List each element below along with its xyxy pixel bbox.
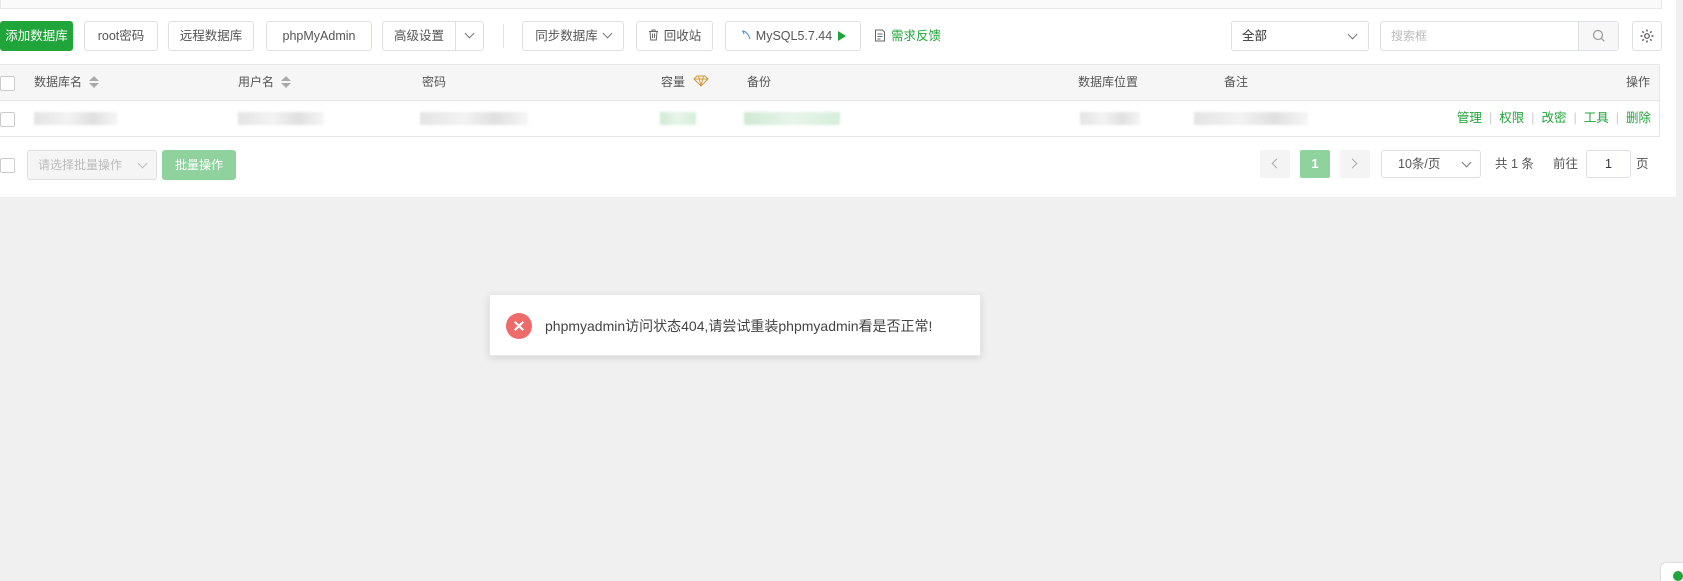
delete-link[interactable]: 删除 — [1626, 111, 1651, 125]
filter-select[interactable]: 全部 — [1231, 21, 1369, 51]
table-footer: 请选择批量操作 批量操作 1 10条/页 共 1 条 前往 1 页 — [0, 150, 1676, 181]
action-divider: | — [1531, 111, 1535, 125]
header-username[interactable]: 用户名 — [238, 65, 292, 100]
feedback-icon — [875, 29, 885, 42]
header-backup: 备份 — [747, 75, 772, 89]
action-divider: | — [1573, 111, 1577, 125]
batch-operation-button[interactable]: 批量操作 — [162, 150, 236, 180]
sort-icon — [89, 76, 100, 88]
row-actions: 管理 | 权限 | 改密 | 工具 | 删除 — [1457, 101, 1651, 136]
chevron-right-icon — [1347, 158, 1358, 169]
remote-database-button[interactable]: 远程数据库 — [168, 21, 254, 51]
search-icon — [1592, 29, 1605, 42]
error-icon — [506, 313, 532, 339]
per-page-select[interactable]: 10条/页 — [1381, 150, 1481, 178]
username-value-redacted — [238, 112, 324, 125]
filter-select-value: 全部 — [1242, 29, 1268, 43]
add-database-button[interactable]: 添加数据库 — [0, 21, 73, 51]
chevron-down-icon — [137, 158, 148, 169]
chevron-left-icon — [1271, 158, 1282, 169]
search-input[interactable] — [1391, 28, 1571, 44]
action-divider: | — [1615, 111, 1619, 125]
header-db-name-label: 数据库名 — [34, 75, 83, 89]
advanced-settings-label: 高级设置 — [394, 29, 445, 43]
trash-icon — [648, 29, 658, 41]
db-name-value-redacted[interactable] — [34, 112, 118, 125]
top-strip — [0, 0, 1662, 9]
recycle-bin-label: 回收站 — [663, 29, 702, 43]
advanced-settings-dropdown[interactable] — [455, 22, 483, 50]
search-button[interactable] — [1578, 22, 1618, 50]
database-panel: 添加数据库 root密码 远程数据库 phpMyAdmin 高级设置 同步数据库… — [0, 0, 1676, 197]
goto-label: 前往 — [1553, 157, 1579, 171]
mysql-version-button[interactable]: MySQL5.7.44 — [725, 21, 861, 51]
batch-operation-placeholder: 请选择批量操作 — [38, 158, 123, 172]
chevron-down-icon — [1461, 157, 1472, 168]
table-header: 数据库名 用户名 密码 容量 备份 数据库位置 备注 操作 — [0, 64, 1660, 101]
table-row: 管理 | 权限 | 改密 | 工具 | 删除 — [0, 101, 1660, 137]
play-icon — [838, 31, 847, 41]
sync-database-label: 同步数据库 — [535, 29, 598, 43]
footer-select-all-checkbox[interactable] — [0, 158, 15, 173]
vip-diamond-icon — [693, 75, 710, 87]
total-count: 共 1 条 — [1495, 157, 1534, 171]
mysql-version-label: MySQL5.7.44 — [755, 29, 833, 43]
chevron-down-icon — [1347, 29, 1358, 40]
advanced-settings-button[interactable]: 高级设置 — [382, 21, 484, 51]
select-all-checkbox[interactable] — [0, 76, 15, 91]
header-location: 数据库位置 — [1078, 75, 1139, 89]
manage-link[interactable]: 管理 — [1457, 111, 1482, 125]
header-capacity-label: 容量 — [661, 75, 686, 89]
page-suffix: 页 — [1636, 157, 1649, 171]
batch-operation-select[interactable]: 请选择批量操作 — [27, 150, 157, 180]
header-capacity: 容量 — [661, 65, 710, 100]
mysql-dolphin-icon — [741, 30, 751, 40]
feedback-link[interactable]: 需求反馈 — [874, 21, 941, 51]
chevron-down-icon — [602, 28, 613, 39]
error-message: phpmyadmin访问状态404,请尝试重装phpmyadmin看是否正常! — [545, 318, 933, 334]
location-value-redacted — [1080, 112, 1140, 125]
row-checkbox[interactable] — [0, 112, 15, 127]
feedback-label: 需求反馈 — [891, 29, 942, 43]
header-password: 密码 — [422, 75, 447, 89]
backup-value-redacted[interactable] — [744, 112, 840, 125]
settings-button[interactable] — [1632, 21, 1662, 51]
goto-page-input[interactable]: 1 — [1586, 150, 1631, 178]
per-page-value: 10条/页 — [1398, 157, 1441, 171]
error-toast: phpmyadmin访问状态404,请尝试重装phpmyadmin看是否正常! — [489, 294, 981, 356]
root-password-button[interactable]: root密码 — [84, 21, 158, 51]
change-password-link[interactable]: 改密 — [1541, 111, 1566, 125]
chevron-down-icon — [464, 28, 475, 39]
sort-icon — [281, 76, 292, 88]
next-page-button[interactable] — [1340, 150, 1370, 178]
prev-page-button[interactable] — [1260, 150, 1290, 178]
header-actions: 操作 — [1626, 75, 1651, 89]
password-value-redacted[interactable] — [420, 112, 528, 125]
floating-helper-widget[interactable] — [1660, 562, 1683, 581]
database-table: 数据库名 用户名 密码 容量 备份 数据库位置 备注 操作 管理 | 权限 | 改密 | 工… — [0, 64, 1660, 137]
action-divider: | — [1488, 111, 1493, 125]
tools-link[interactable]: 工具 — [1584, 111, 1609, 125]
header-username-label: 用户名 — [238, 75, 275, 89]
permissions-link[interactable]: 权限 — [1499, 111, 1524, 125]
phpmyadmin-button[interactable]: phpMyAdmin — [266, 21, 372, 51]
gear-icon — [1640, 29, 1654, 43]
toolbar-divider — [503, 24, 504, 48]
sync-database-button[interactable]: 同步数据库 — [522, 21, 624, 51]
remark-value-redacted[interactable] — [1194, 112, 1308, 125]
header-db-name[interactable]: 数据库名 — [34, 65, 100, 100]
page-number-current[interactable]: 1 — [1300, 150, 1330, 178]
toolbar: 添加数据库 root密码 远程数据库 phpMyAdmin 高级设置 同步数据库… — [0, 21, 1676, 52]
recycle-bin-button[interactable]: 回收站 — [636, 21, 713, 51]
header-remark: 备注 — [1224, 75, 1249, 89]
capacity-value-redacted — [660, 112, 696, 125]
search-box — [1380, 21, 1619, 51]
